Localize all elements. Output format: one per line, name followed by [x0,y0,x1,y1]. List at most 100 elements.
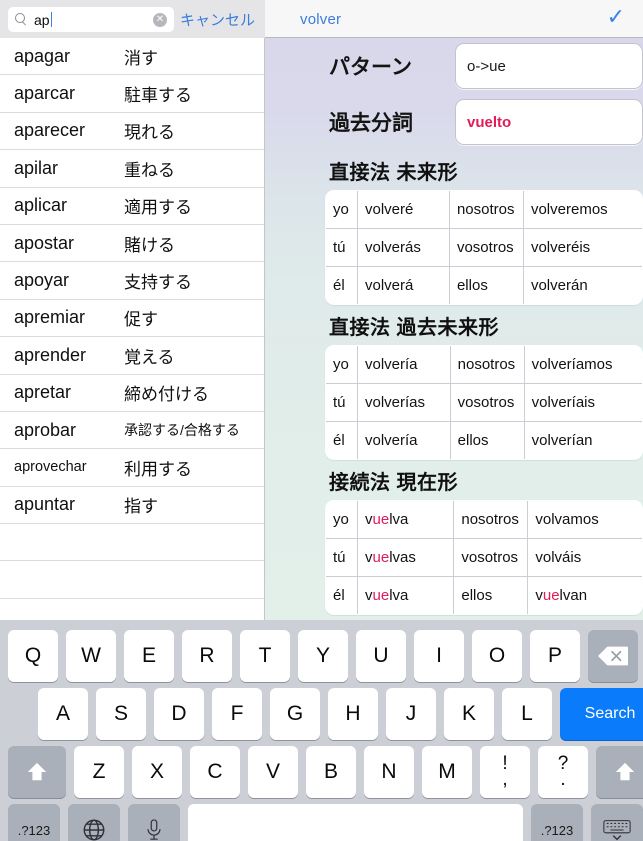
suggestion-term: aprender [14,344,87,365]
suggestion-row[interactable]: apilar 重ねる [0,150,264,188]
suggestion-row[interactable]: apretar 締め付ける [0,375,264,412]
right-detail-column: パターン o->ue 過去分詞 vuelto 直接法 未来形 yo volveré n… [325,38,643,615]
key-l[interactable]: L [502,688,552,740]
key-g[interactable]: G [270,688,320,740]
table-row: yo vuelva nosotros volvamos [326,501,642,539]
space-key[interactable] [188,804,523,841]
table-row: él volvería ellos volverían [326,421,642,459]
suggestion-term: apuntar [14,494,76,515]
suggestion-row[interactable]: apremiar 促す [0,300,264,338]
suggestion-row-empty [0,561,264,599]
field-value-participle[interactable]: vuelto [455,99,643,145]
table-row: él vuelva ellos vuelvan [326,576,642,614]
key-n[interactable]: N [364,746,414,798]
conjugation-section-title: 直接法 過去未来形 [329,317,500,339]
form-cell: vuelvas [356,538,455,577]
key-numeric-left[interactable]: .?123 [8,804,60,841]
key-d[interactable]: D [154,688,204,740]
conjugation-section: 直接法 過去未来形 yo volvería nosotros volveríamos tú… [325,311,643,460]
suggestion-term: aprovechar [14,459,87,476]
suggestion-row[interactable]: aprovechar 利用する [0,449,264,487]
clear-icon[interactable]: ✕ [153,12,167,27]
key-k[interactable]: K [444,688,494,740]
key-h[interactable]: H [328,688,378,740]
key-r[interactable]: R [182,630,232,682]
microphone-icon[interactable] [128,804,180,841]
key-e[interactable]: E [124,630,174,682]
conjugation-table: yo volveré nosotros volveremos tú volverás vos… [325,190,643,305]
key-u[interactable]: U [356,630,406,682]
key-z[interactable]: Z [74,746,124,798]
key-t[interactable]: T [240,630,290,682]
suggestion-row[interactable]: apostar 賭ける [0,225,264,263]
key-o[interactable]: O [472,630,522,682]
form-cell: volveréis [522,228,642,267]
suggestion-row-empty [0,599,264,620]
suggestion-term: apostar [14,232,75,253]
key-c[interactable]: C [190,746,240,798]
suggestion-translation: 覚える [124,347,175,367]
key-a[interactable]: A [38,688,88,740]
form-cell: volvamos [527,501,642,539]
search-suggestions-list[interactable]: apagar 消す aparcar 駐車する aparecer 現れる apilar 重ねる a… [0,38,265,620]
suggestion-translation: 適用する [124,198,192,218]
key-exclamation-comma[interactable]: !, [480,746,530,798]
key-y[interactable]: Y [298,630,348,682]
pronoun-cell: yo [326,191,358,229]
key-f[interactable]: F [212,688,262,740]
form-cell: volveremos [522,191,642,229]
suggestion-row[interactable]: aparecer 現れる [0,113,264,151]
search-input[interactable]: ap ✕ [8,7,174,32]
page-title: volver [300,11,342,28]
suggestion-term: apretar [14,382,72,403]
suggestion-row[interactable]: apuntar 指す [0,487,264,525]
key-i[interactable]: I [414,630,464,682]
key-s[interactable]: S [96,688,146,740]
conjugation-section: 接続法 現在形 yo vuelva nosotros volvamos tú vuelvas… [325,466,643,615]
globe-icon[interactable] [68,804,120,841]
conjugation-section-title: 直接法 未来形 [329,162,459,184]
suggestion-term: aprobar [14,419,77,440]
checkmark-icon[interactable]: ✓ [607,6,625,28]
suggestion-row[interactable]: aplicar 適用する [0,188,264,225]
shift-icon-left[interactable] [8,746,66,798]
field-value-pattern[interactable]: o->ue [455,43,643,89]
suggestion-row[interactable]: aparcar 駐車する [0,75,264,113]
key-w[interactable]: W [66,630,116,682]
key-b[interactable]: B [306,746,356,798]
backspace-icon[interactable] [588,630,638,682]
key-p[interactable]: P [530,630,580,682]
key-j[interactable]: J [386,688,436,740]
field-row-pattern: パターン o->ue [325,38,643,94]
cancel-button[interactable]: キャンセル [180,9,255,30]
conjugation-table: yo vuelva nosotros volvamos tú vuelvas vosotro… [325,500,643,615]
form-cell: volveríais [523,383,642,422]
keyboard-row-3: Z X C V B N M!,?. [0,746,643,798]
conjugation-section-title: 接続法 現在形 [329,472,459,494]
pronoun-cell: él [326,421,358,459]
key-q[interactable]: Q [8,630,58,682]
key-m[interactable]: M [422,746,472,798]
screen: volver ✓ yo nos tú él n [0,0,643,841]
suggestion-translation: 促す [124,310,158,330]
suggestion-row[interactable]: aprender 覚える [0,337,264,375]
search-key[interactable]: Search [560,688,643,740]
key-numeric-right[interactable]: .?123 [531,804,583,841]
suggestion-row[interactable]: apagar 消す [0,38,264,76]
form-cell: volverán [522,266,642,304]
pronoun-cell: vosotros [449,383,525,422]
pronoun-cell: nosotros [448,191,524,229]
key-question-period[interactable]: ?. [538,746,588,798]
hide-keyboard-icon[interactable] [591,804,643,841]
suggestion-row[interactable]: apoyar 支持する [0,262,264,300]
pronoun-cell: ellos [449,421,525,459]
suggestion-term: aparcar [14,83,76,104]
suggestion-row[interactable]: aprobar 承認する/合格する [0,412,264,450]
form-cell: vuelvan [527,576,642,614]
conjugation-section: 直接法 未来形 yo volveré nosotros volveremos tú volv… [325,156,643,305]
key-x[interactable]: X [132,746,182,798]
key-v[interactable]: V [248,746,298,798]
shift-icon-right[interactable] [596,746,643,798]
pronoun-cell: tú [326,538,358,577]
suggestion-translation: 消す [124,48,158,68]
